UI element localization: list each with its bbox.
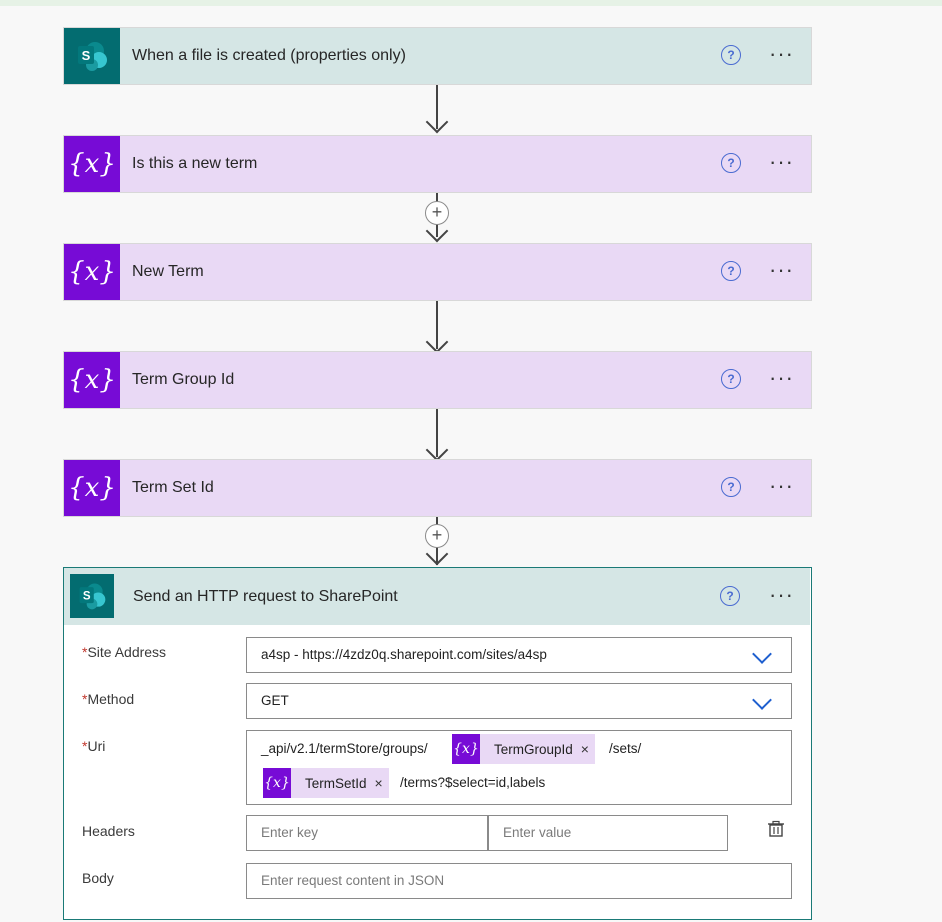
variable-icon: {x}	[64, 352, 120, 408]
help-icon[interactable]: ?	[721, 261, 741, 281]
chevron-down-icon[interactable]	[752, 644, 772, 664]
uri-text-part1: _api/v2.1/termStore/groups/	[261, 741, 428, 756]
variable-icon: {x}	[452, 734, 480, 764]
action-header[interactable]: S Send an HTTP request to SharePoint ? ·…	[64, 568, 810, 625]
help-icon[interactable]: ?	[720, 586, 740, 606]
step-title: Term Group Id	[132, 371, 235, 388]
uri-text-part3: /terms?$select=id,labels	[400, 775, 546, 790]
site-address-label: *Site Address	[82, 644, 167, 660]
step-title: Term Set Id	[132, 479, 214, 496]
variable-icon: {x}	[64, 460, 120, 516]
term-group-id-token[interactable]: {x} TermGroupId ×	[452, 734, 595, 764]
header-key-input[interactable]: Enter key	[246, 815, 488, 851]
arrow-head-icon	[425, 219, 449, 243]
top-status-bar	[0, 0, 942, 6]
more-options-icon[interactable]: ···	[769, 151, 794, 173]
help-icon[interactable]: ?	[721, 153, 741, 173]
more-options-icon[interactable]: ···	[769, 475, 794, 497]
sharepoint-icon: S	[70, 574, 114, 618]
variable-card-term-set-id[interactable]: {x} Term Set Id ? ···	[63, 459, 812, 517]
http-request-action-card[interactable]: S Send an HTTP request to SharePoint ? ·…	[63, 567, 812, 920]
uri-label: *Uri	[82, 738, 106, 754]
remove-token-icon[interactable]: ×	[375, 775, 389, 791]
help-icon[interactable]: ?	[721, 477, 741, 497]
more-options-icon[interactable]: ···	[769, 367, 794, 389]
help-icon[interactable]: ?	[721, 45, 741, 65]
more-options-icon[interactable]: ···	[769, 259, 794, 281]
trigger-card[interactable]: S When a file is created (properties onl…	[63, 27, 812, 85]
more-options-icon[interactable]: ···	[769, 43, 794, 65]
arrow-head-icon	[425, 110, 449, 134]
remove-token-icon[interactable]: ×	[581, 741, 595, 757]
trash-icon[interactable]	[767, 820, 785, 838]
method-label: *Method	[82, 691, 135, 707]
variable-card-is-new-term[interactable]: {x} Is this a new term ? ···	[63, 135, 812, 193]
body-input[interactable]: Enter request content in JSON	[246, 863, 792, 899]
variable-icon: {x}	[64, 244, 120, 300]
sharepoint-icon: S	[64, 28, 120, 84]
variable-icon: {x}	[64, 136, 120, 192]
step-title: When a file is created (properties only)	[132, 47, 406, 64]
svg-text:S: S	[82, 48, 91, 63]
arrow-head-icon	[425, 542, 449, 566]
more-options-icon[interactable]: ···	[769, 584, 794, 606]
uri-field[interactable]: _api/v2.1/termStore/groups/ {x} TermGrou…	[246, 730, 792, 805]
body-label: Body	[82, 870, 114, 886]
chevron-down-icon[interactable]	[752, 690, 772, 710]
variable-card-new-term[interactable]: {x} New Term ? ···	[63, 243, 812, 301]
step-title: New Term	[132, 263, 204, 280]
arrow-head-icon	[425, 438, 449, 462]
step-title: Is this a new term	[132, 155, 258, 172]
term-set-id-token[interactable]: {x} TermSetId ×	[263, 768, 389, 798]
method-dropdown[interactable]: GET	[246, 683, 792, 719]
site-address-dropdown[interactable]: a4sp - https://4zdz0q.sharepoint.com/sit…	[246, 637, 792, 673]
help-icon[interactable]: ?	[721, 369, 741, 389]
svg-text:S: S	[83, 591, 91, 603]
arrow-head-icon	[425, 330, 449, 354]
action-title: Send an HTTP request to SharePoint	[133, 588, 398, 605]
header-value-input[interactable]: Enter value	[488, 815, 728, 851]
uri-text-part2: /sets/	[609, 741, 642, 756]
variable-icon: {x}	[263, 768, 291, 798]
headers-label: Headers	[82, 823, 135, 839]
variable-card-term-group-id[interactable]: {x} Term Group Id ? ···	[63, 351, 812, 409]
